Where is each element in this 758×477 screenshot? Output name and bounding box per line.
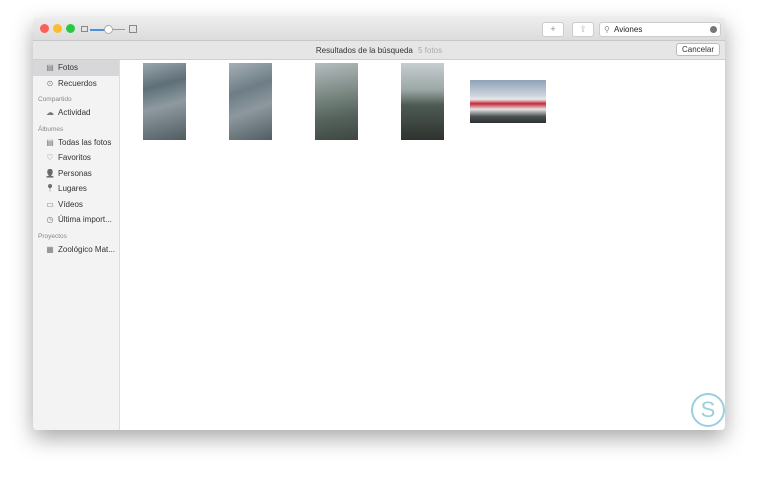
photo-thumbnail[interactable] [401, 63, 444, 140]
video-icon: ▭ [46, 199, 54, 209]
share-button[interactable]: ⇪ [572, 22, 594, 37]
person-icon: 👤 [45, 168, 55, 178]
cancel-button[interactable]: Cancelar [675, 43, 720, 56]
sidebar-item-label: Vídeos [58, 199, 83, 209]
all-photos-icon: ▤ [46, 137, 54, 147]
sidebar-item-label: Favoritos [58, 153, 91, 163]
sidebar-item-label: Todas las fotos [58, 137, 112, 147]
section-projects: Proyectos [38, 232, 67, 240]
clear-search-icon[interactable] [710, 26, 717, 33]
sidebar-item-label: Fotos [58, 63, 79, 73]
cloud-icon: ☁ [46, 108, 54, 118]
sidebar-item-fotos[interactable]: ▤ Fotos [33, 60, 119, 76]
pin-icon: 📍 [45, 184, 55, 194]
sidebar-item-todas[interactable]: ▤ Todas las fotos [33, 135, 119, 151]
zoom-slider[interactable] [81, 24, 137, 34]
search-icon: ⚲ [604, 25, 610, 34]
sidebar-item-recuerdos[interactable]: ⊙ Recuerdos [33, 76, 119, 92]
add-button[interactable]: + [542, 22, 564, 37]
memories-icon: ⊙ [46, 78, 54, 88]
slider-thumb[interactable] [104, 25, 113, 34]
photos-window: + ⇪ ⚲ Aviones Resultados de la búsqueda … [33, 18, 725, 430]
sidebar-item-label: Zoológico Mat... [58, 244, 115, 254]
small-photo-icon [81, 26, 88, 32]
sidebar: ▤ Fotos ⊙ Recuerdos Compartido ☁ Actividad … [33, 60, 120, 430]
photo-thumbnail[interactable] [229, 63, 272, 140]
sidebar-item-videos[interactable]: ▭ Vídeos [33, 197, 119, 213]
maximize-button[interactable] [66, 24, 75, 33]
sidebar-item-label: Actividad [58, 108, 91, 118]
sidebar-item-lugares[interactable]: 📍 Lugares [33, 181, 119, 197]
minimize-button[interactable] [53, 24, 62, 33]
sidebar-item-zoologico[interactable]: ▦ Zoológico Mat... [33, 242, 119, 258]
watermark-logo: S [691, 393, 725, 427]
sidebar-item-favoritos[interactable]: ♡ Favoritos [33, 150, 119, 166]
close-button[interactable] [40, 24, 49, 33]
project-icon: ▦ [46, 244, 54, 254]
clock-icon: ◷ [46, 215, 54, 225]
large-photo-icon [129, 25, 137, 33]
search-input[interactable]: Aviones [614, 23, 642, 36]
sidebar-item-ultima-importacion[interactable]: ◷ Última import... [33, 212, 119, 228]
heart-icon: ♡ [46, 153, 54, 163]
sidebar-item-label: Personas [58, 168, 92, 178]
search-results-bar: Resultados de la búsqueda 5 fotos Cancel… [33, 41, 725, 60]
photos-icon: ▤ [46, 63, 54, 73]
sidebar-item-label: Última import... [58, 215, 112, 225]
sidebar-item-label: Lugares [58, 184, 87, 194]
sidebar-item-actividad[interactable]: ☁ Actividad [33, 105, 119, 121]
search-field[interactable]: ⚲ Aviones [599, 22, 721, 37]
photo-thumbnail[interactable] [470, 80, 546, 123]
sidebar-item-personas[interactable]: 👤 Personas [33, 166, 119, 182]
titlebar: + ⇪ ⚲ Aviones [33, 18, 725, 41]
section-shared: Compartido [38, 96, 72, 103]
results-count: 5 fotos [418, 46, 443, 55]
sidebar-item-label: Recuerdos [58, 78, 97, 88]
photo-thumbnail[interactable] [315, 63, 358, 140]
photo-thumbnail[interactable] [143, 63, 186, 140]
results-title: Resultados de la búsqueda [315, 46, 413, 55]
section-albums: Álbumes [38, 125, 64, 133]
